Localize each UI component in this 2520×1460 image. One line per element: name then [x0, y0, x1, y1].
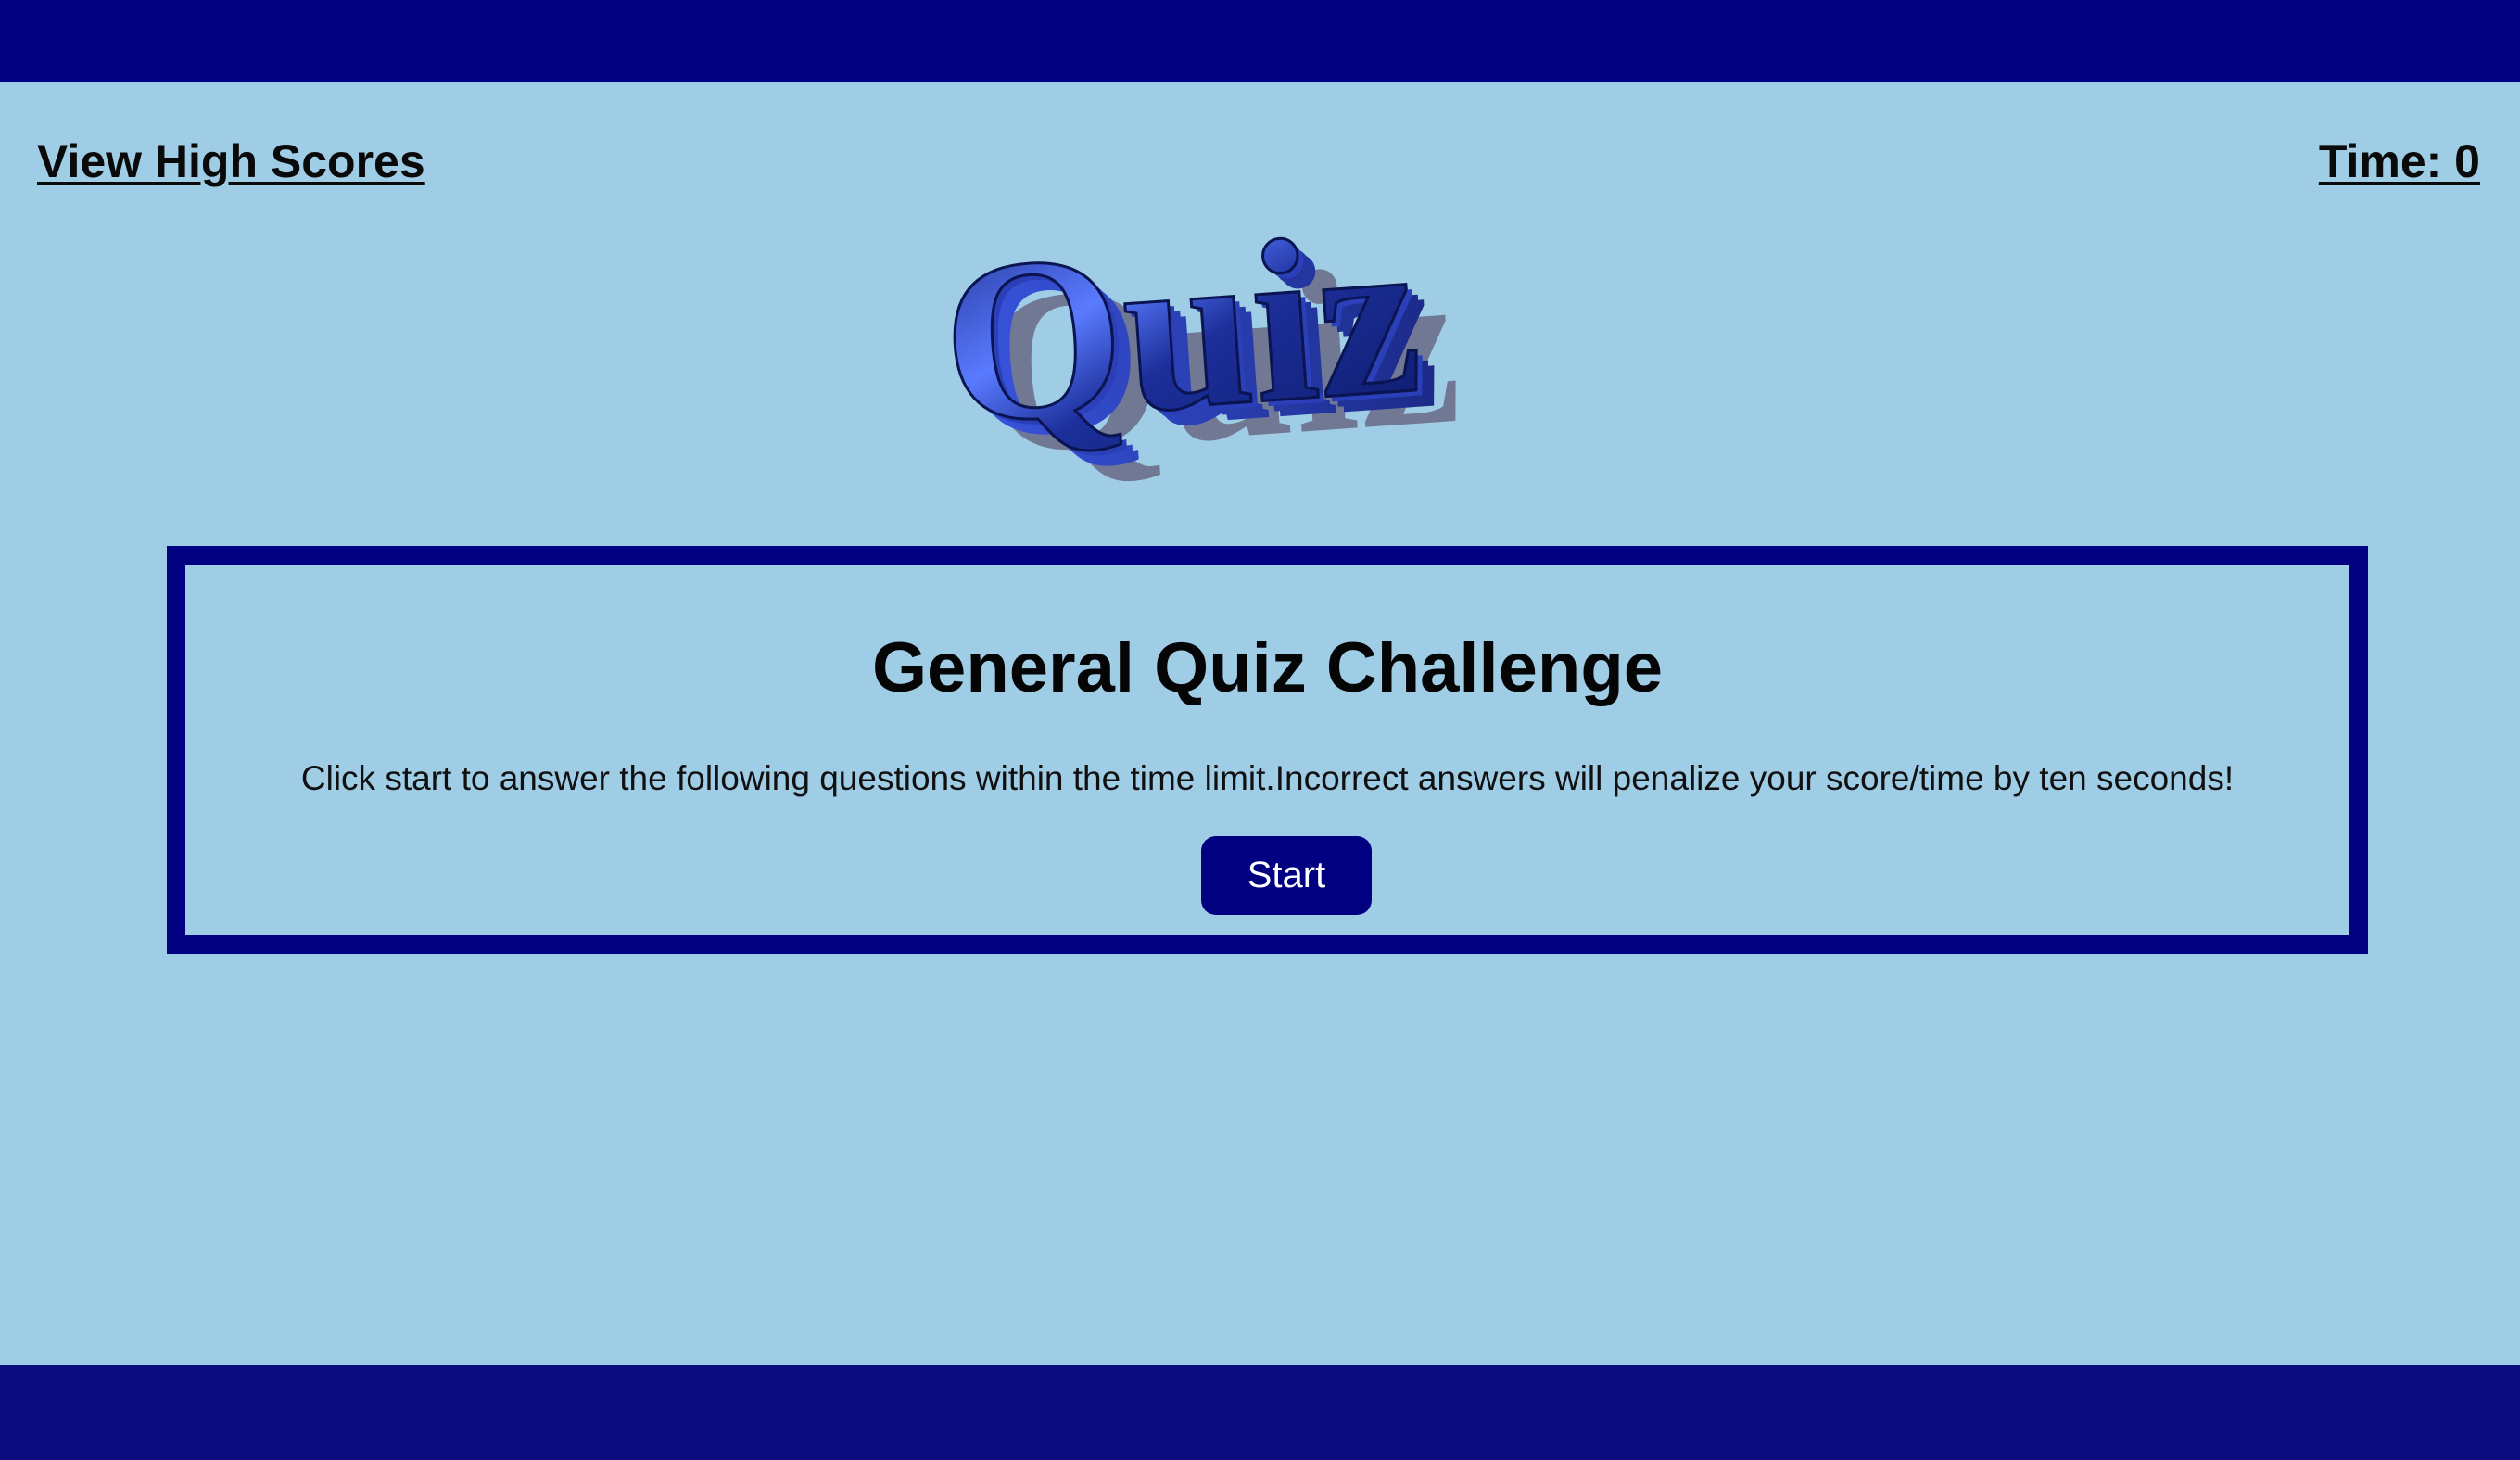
top-bar	[0, 0, 2520, 82]
footer-bar	[0, 1365, 2520, 1460]
view-high-scores-link[interactable]: View High Scores	[37, 134, 425, 188]
start-button[interactable]: Start	[1201, 836, 1372, 915]
quiz-logo-text: Quiz	[935, 209, 1428, 474]
quiz-instructions: Click start to answer the following ques…	[300, 759, 2235, 797]
quiz-logo: Quiz Quiz Quiz Quiz Quiz	[933, 209, 1467, 496]
quiz-title: General Quiz Challenge	[871, 628, 1664, 707]
quiz-intro-card: General Quiz Challenge Click start to an…	[167, 546, 2368, 954]
timer-display: Time: 0	[2318, 135, 2480, 187]
